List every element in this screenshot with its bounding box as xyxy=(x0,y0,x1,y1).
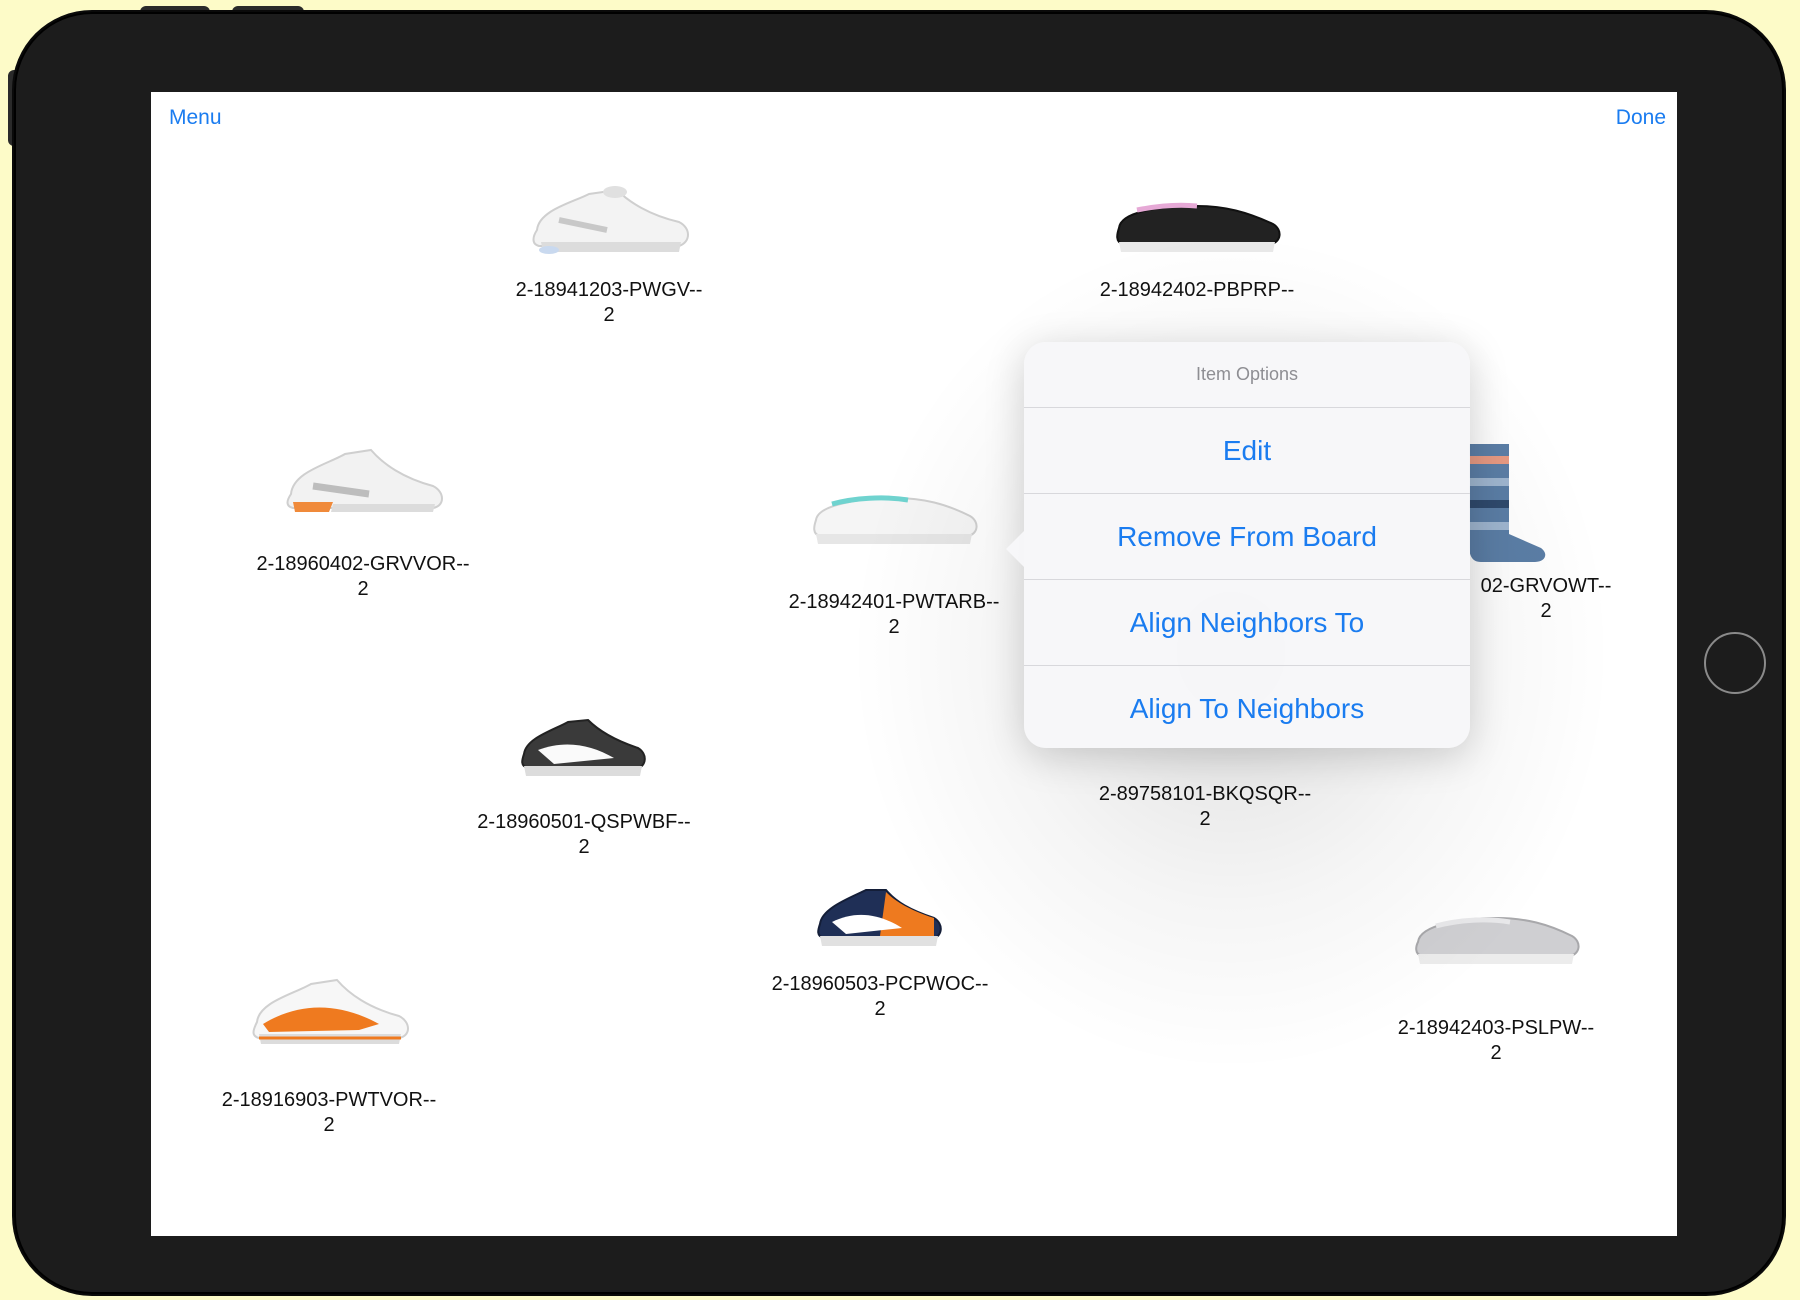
slip-on-silver-image xyxy=(1415,916,1580,964)
item-code: 2-18942401-PWTARB-- xyxy=(788,591,1000,613)
remove-from-board-option[interactable]: Remove From Board xyxy=(1024,494,1470,580)
home-button[interactable] xyxy=(1704,632,1766,694)
board-item[interactable]: 2-89758101-BKQSQR-- 2 xyxy=(1085,782,1325,832)
item-code: 2-18941203-PWGV-- xyxy=(515,279,703,301)
item-quantity: 2 xyxy=(357,578,369,600)
item-quantity: 2 xyxy=(1540,600,1552,622)
edit-option[interactable]: Edit xyxy=(1024,408,1470,494)
board-item[interactable]: 2-18942403-PSLPW-- 2 xyxy=(1376,896,1616,1066)
item-quantity: 2 xyxy=(578,836,590,858)
item-quantity: 2 xyxy=(888,616,900,638)
align-to-neighbors-option[interactable]: Align To Neighbors xyxy=(1024,666,1470,751)
board-item[interactable]: 02-GRVOWT-- 2 xyxy=(1461,444,1631,624)
board-item[interactable]: 2-18960402-GRVVOR-- 2 xyxy=(248,442,478,602)
ipad-frame: Menu Done 2-18941203-PWGV-- 2 2-18942402… xyxy=(14,12,1784,1294)
board-item[interactable]: 2-18942402-PBPRP-- xyxy=(1087,180,1307,303)
board-screen: Menu Done 2-18941203-PWGV-- 2 2-18942402… xyxy=(151,92,1677,1236)
item-code: 2-18960503-PCPWOC-- xyxy=(771,973,989,995)
board-item[interactable]: 2-18916903-PWTVOR-- 2 xyxy=(204,972,454,1138)
item-quantity: 2 xyxy=(1490,1042,1502,1064)
golf-shoe-navy-orange-image xyxy=(817,889,942,946)
item-quantity: 2 xyxy=(323,1114,335,1136)
item-code: 2-18942402-PBPRP-- xyxy=(1099,279,1295,301)
board-item[interactable]: 2-18960503-PCPWOC-- 2 xyxy=(755,880,1005,1022)
item-quantity: 2 xyxy=(603,304,615,326)
popover-title: Item Options xyxy=(1024,342,1470,408)
done-button[interactable]: Done xyxy=(1616,106,1666,130)
golf-shoe-white-orange-image xyxy=(286,448,443,512)
item-quantity: 2 xyxy=(1199,808,1211,830)
board-item-selected[interactable]: 2-18942401-PWTARB-- 2 xyxy=(774,480,1014,640)
align-neighbors-to-option[interactable]: Align Neighbors To xyxy=(1024,580,1470,666)
socks-image xyxy=(1469,444,1546,562)
golf-shoe-white-image xyxy=(532,186,689,254)
item-code: 2-89758101-BKQSQR-- xyxy=(1098,783,1312,805)
board-item[interactable]: 2-18960501-QSPWBF-- 2 xyxy=(464,710,704,860)
item-quantity: 2 xyxy=(874,998,886,1020)
item-code: 2-18916903-PWTVOR-- xyxy=(221,1089,437,1111)
item-code: 2-18960501-QSPWBF-- xyxy=(477,811,691,833)
menu-button[interactable]: Menu xyxy=(169,106,222,130)
slip-on-white-teal-image xyxy=(813,495,978,544)
slip-on-black-image xyxy=(1116,202,1281,252)
item-code: 2-18942403-PSLPW-- xyxy=(1397,1017,1595,1039)
item-code: 2-18960402-GRVVOR-- xyxy=(256,553,470,575)
board-item[interactable]: 2-18941203-PWGV-- 2 xyxy=(509,180,709,328)
golf-shoe-white-orange-bold-image xyxy=(252,978,409,1044)
popover-arrow xyxy=(1006,529,1026,569)
item-options-popover: Item Options Edit Remove From Board Alig… xyxy=(1006,342,1470,751)
item-code: 02-GRVOWT-- xyxy=(1480,575,1612,597)
golf-shoe-black-white-image xyxy=(521,718,646,776)
